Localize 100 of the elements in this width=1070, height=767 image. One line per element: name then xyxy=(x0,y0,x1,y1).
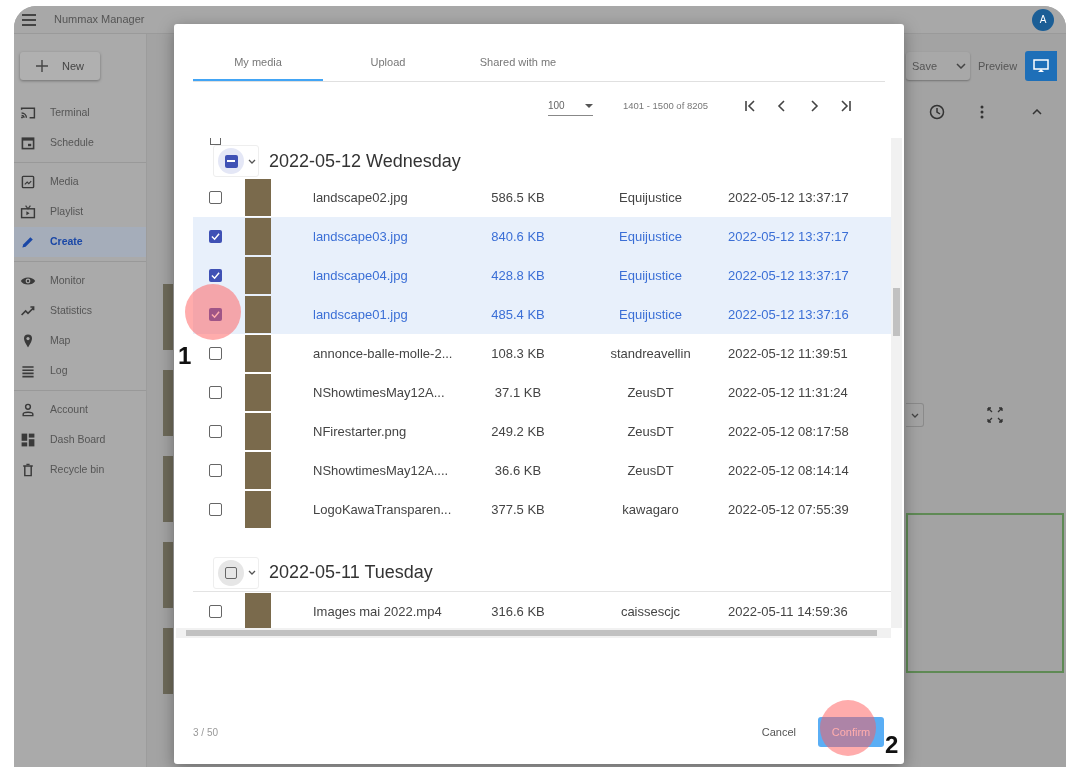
image-icon xyxy=(20,174,36,190)
modified-date: 2022-05-12 07:55:39 xyxy=(728,500,849,519)
menu-icon[interactable] xyxy=(22,13,36,26)
file-size: 249.2 KB xyxy=(490,422,546,441)
preview-button[interactable]: Preview xyxy=(978,57,1018,75)
first-page-icon[interactable] xyxy=(743,99,758,113)
select-all-checkbox[interactable] xyxy=(210,138,221,145)
media-row[interactable]: annonce-balle-molle-2... 108.3 KB standreavellin 2022-05-12 11:39:51 xyxy=(193,334,891,373)
photo-placeholder xyxy=(245,374,271,411)
file-owner: Equijustice xyxy=(618,266,683,285)
checkbox[interactable] xyxy=(208,605,222,618)
file-owner: Equijustice xyxy=(618,227,683,246)
photo-placeholder xyxy=(163,284,173,350)
sidebar-item[interactable]: Monitor xyxy=(14,266,146,296)
modified-date: 2022-05-12 13:37:17 xyxy=(728,266,849,285)
checkbox[interactable] xyxy=(208,269,222,282)
photo-placeholder xyxy=(163,370,173,436)
checkbox[interactable] xyxy=(208,503,222,516)
person-icon xyxy=(20,402,36,418)
dashboard-icon xyxy=(20,432,36,448)
photo-placeholder xyxy=(245,335,271,372)
group-select-button[interactable] xyxy=(213,145,259,177)
file-size: 377.5 KB xyxy=(490,500,546,519)
file-name: landscape01.jpg xyxy=(313,305,409,324)
sidebar-item[interactable]: Dash Board xyxy=(14,425,146,455)
file-owner: Equijustice xyxy=(618,188,683,207)
checkbox[interactable] xyxy=(208,464,222,477)
avatar[interactable]: A xyxy=(1032,8,1054,31)
select-field[interactable] xyxy=(906,403,924,427)
sidebar-item[interactable]: Map xyxy=(14,326,146,356)
page-size-select[interactable]: 100 xyxy=(548,96,593,116)
chevron-up-icon[interactable] xyxy=(1032,109,1042,115)
chevron-down-icon xyxy=(956,63,966,69)
photo-placeholder xyxy=(245,257,271,294)
checkbox[interactable] xyxy=(208,425,222,438)
sidebar-item[interactable]: Media xyxy=(14,167,146,197)
media-row[interactable]: landscape04.jpg 428.8 KB Equijustice 2022-05-12 13:37:17 xyxy=(193,256,891,295)
sidebar-item[interactable]: Account xyxy=(14,395,146,425)
media-row[interactable]: NShowtimesMay12A... 37.1 KB ZeusDT 2022-05-12 11:31:24 xyxy=(193,373,891,412)
new-button[interactable]: New xyxy=(20,52,100,80)
media-row[interactable]: NShowtimesMay12A.... 36.6 KB ZeusDT 2022-05-12 08:14:14 xyxy=(193,451,891,490)
checkbox[interactable] xyxy=(208,230,222,243)
file-size: 108.3 KB xyxy=(490,344,546,363)
tab[interactable]: Shared with me xyxy=(453,46,583,81)
more-icon[interactable] xyxy=(980,105,984,119)
media-row[interactable]: LogoKawaTransparen... 377.5 KB kawagaro 2022-05-12 07:55:39 xyxy=(193,490,891,529)
selection-count: 3 / 50 xyxy=(193,725,219,740)
checkbox[interactable] xyxy=(208,386,222,399)
file-owner: standreavellin xyxy=(609,344,692,363)
save-dropdown[interactable]: Save xyxy=(906,52,970,80)
checkbox[interactable] xyxy=(208,347,222,360)
step-number: 1 xyxy=(178,341,192,371)
clock-icon[interactable] xyxy=(929,104,945,120)
checkbox[interactable] xyxy=(208,191,222,204)
expand-icon[interactable] xyxy=(987,407,1003,423)
monitor-icon xyxy=(1033,59,1050,73)
sidebar-item[interactable]: Terminal xyxy=(14,98,146,128)
tab[interactable]: My media xyxy=(193,46,323,81)
step-number: 2 xyxy=(885,730,899,760)
plus-icon xyxy=(36,60,48,72)
file-size: 36.6 KB xyxy=(493,461,543,480)
file-name: annonce-balle-molle-2... xyxy=(313,344,454,363)
photo-placeholder xyxy=(163,542,173,608)
group-select-button[interactable] xyxy=(213,556,259,589)
cancel-button[interactable]: Cancel xyxy=(753,718,804,746)
cast-button[interactable] xyxy=(1025,51,1058,81)
file-owner: Equijustice xyxy=(618,305,683,324)
photo-placeholder xyxy=(245,593,271,628)
tab[interactable]: Upload xyxy=(323,46,453,81)
media-row[interactable]: NFirestarter.png 249.2 KB ZeusDT 2022-05-12 08:17:58 xyxy=(193,412,891,451)
chevron-down-icon xyxy=(910,412,919,418)
file-owner: ZeusDT xyxy=(626,422,675,441)
sidebar-item[interactable]: Create xyxy=(14,227,146,257)
last-page-icon[interactable] xyxy=(839,99,854,113)
sidebar-item[interactable]: Statistics xyxy=(14,296,146,326)
page-range: 1401 - 1500 of 8205 xyxy=(623,98,709,113)
group-title: 2022-05-11 Tuesday xyxy=(269,561,433,584)
media-row[interactable]: landscape03.jpg 840.6 KB Equijustice 2022-05-12 13:37:17 xyxy=(193,217,891,256)
pencil-icon xyxy=(20,234,36,250)
photo-placeholder xyxy=(163,456,173,522)
media-row[interactable]: landscape02.jpg 586.5 KB Equijustice 2022-05-12 13:37:17 xyxy=(193,178,891,217)
app-title: Nummax Manager xyxy=(54,12,145,28)
checkbox[interactable] xyxy=(208,308,222,321)
sidebar-item[interactable]: Schedule xyxy=(14,128,146,158)
sidebar-item[interactable]: Playlist xyxy=(14,197,146,227)
modified-date: 2022-05-12 13:37:16 xyxy=(728,305,849,324)
media-row[interactable]: Images mai 2022.mp4 316.6 KB caissescjc 2022-05-11 14:59:36 xyxy=(193,592,891,628)
photo-placeholder xyxy=(245,452,271,489)
photo-placeholder xyxy=(163,628,173,694)
file-size: 428.8 KB xyxy=(490,266,546,285)
media-row[interactable]: landscape01.jpg 485.4 KB Equijustice 2022-05-12 13:37:16 xyxy=(193,295,891,334)
photo-placeholder xyxy=(245,491,271,528)
modified-date: 2022-05-12 08:17:58 xyxy=(728,422,849,441)
chevron-down-icon xyxy=(248,570,256,575)
file-name: landscape02.jpg xyxy=(313,188,409,207)
modified-date: 2022-05-12 11:39:51 xyxy=(728,344,848,363)
sidebar-item[interactable]: Log xyxy=(14,356,146,386)
modified-date: 2022-05-12 13:37:17 xyxy=(728,227,849,246)
sidebar-item[interactable]: Recycle bin xyxy=(14,455,146,485)
chevron-down-icon xyxy=(248,158,256,164)
